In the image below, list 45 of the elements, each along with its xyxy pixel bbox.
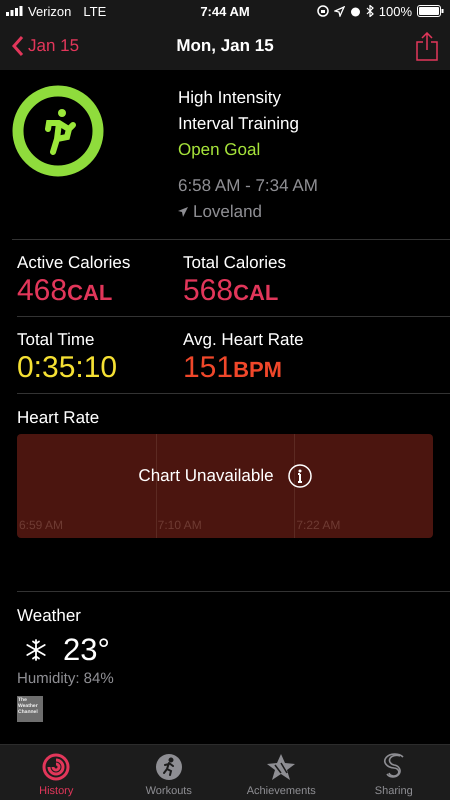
metric-value: 468 bbox=[17, 274, 68, 308]
chevron-left-icon bbox=[12, 36, 24, 56]
bluetooth-icon bbox=[366, 5, 374, 17]
battery-icon bbox=[417, 5, 444, 17]
metric-label: Total Time bbox=[17, 329, 96, 351]
workout-goal: Open Goal bbox=[178, 139, 262, 161]
page-title: Mon, Jan 15 bbox=[176, 36, 274, 56]
battery-percent: 100% bbox=[378, 4, 412, 18]
metric-label: Total Calories bbox=[183, 252, 287, 274]
metric-unit: CAL bbox=[67, 280, 112, 306]
carrier-name: Verizon bbox=[28, 4, 72, 18]
chart-message: Chart Unavailable bbox=[138, 466, 274, 486]
tab-bar-item[interactable]: Achievements bbox=[225, 745, 338, 800]
running-figure-icon bbox=[154, 753, 183, 781]
workout-time-range: 6:58 AM - 7:34 AM bbox=[178, 175, 318, 197]
tab-bar-item[interactable]: Sharing bbox=[338, 745, 450, 800]
location-arrow-icon bbox=[178, 207, 188, 217]
workout-location: Loveland bbox=[193, 201, 262, 223]
tab-bar-item[interactable]: Workouts bbox=[112, 745, 225, 800]
share-icon[interactable] bbox=[416, 32, 438, 60]
signal-icon bbox=[6, 6, 24, 16]
workout-ring-icon bbox=[12, 85, 104, 177]
snowflake-icon bbox=[25, 639, 47, 661]
section-title: Weather bbox=[17, 605, 82, 627]
metric-unit: CAL bbox=[233, 280, 278, 306]
section-title: Heart Rate bbox=[17, 407, 100, 429]
metric-value: 151 bbox=[183, 351, 234, 385]
network-type: LTE bbox=[83, 4, 106, 18]
metric-unit: BPM bbox=[233, 357, 282, 383]
info-icon[interactable] bbox=[288, 464, 312, 488]
clock-time: 7:44 AM bbox=[200, 4, 250, 18]
metric-label: Avg. Heart Rate bbox=[183, 329, 305, 351]
rotation-lock-icon bbox=[316, 5, 329, 17]
location-arrow-icon bbox=[334, 6, 345, 16]
activity-rings-icon bbox=[42, 753, 70, 781]
tab-bar-item[interactable]: History bbox=[0, 745, 112, 800]
star-icon bbox=[266, 753, 296, 781]
back-button[interactable]: Jan 15 bbox=[12, 36, 176, 56]
metric-value: 568 bbox=[183, 274, 234, 308]
workout-name: Interval Training bbox=[178, 113, 300, 135]
humidity-text: Humidity: 84% bbox=[17, 670, 115, 687]
temperature: 23° bbox=[63, 632, 110, 668]
metric-label: Active Calories bbox=[17, 252, 132, 274]
workout-name: High Intensity bbox=[178, 87, 282, 109]
metric-value: 0:35:10 bbox=[17, 351, 118, 385]
